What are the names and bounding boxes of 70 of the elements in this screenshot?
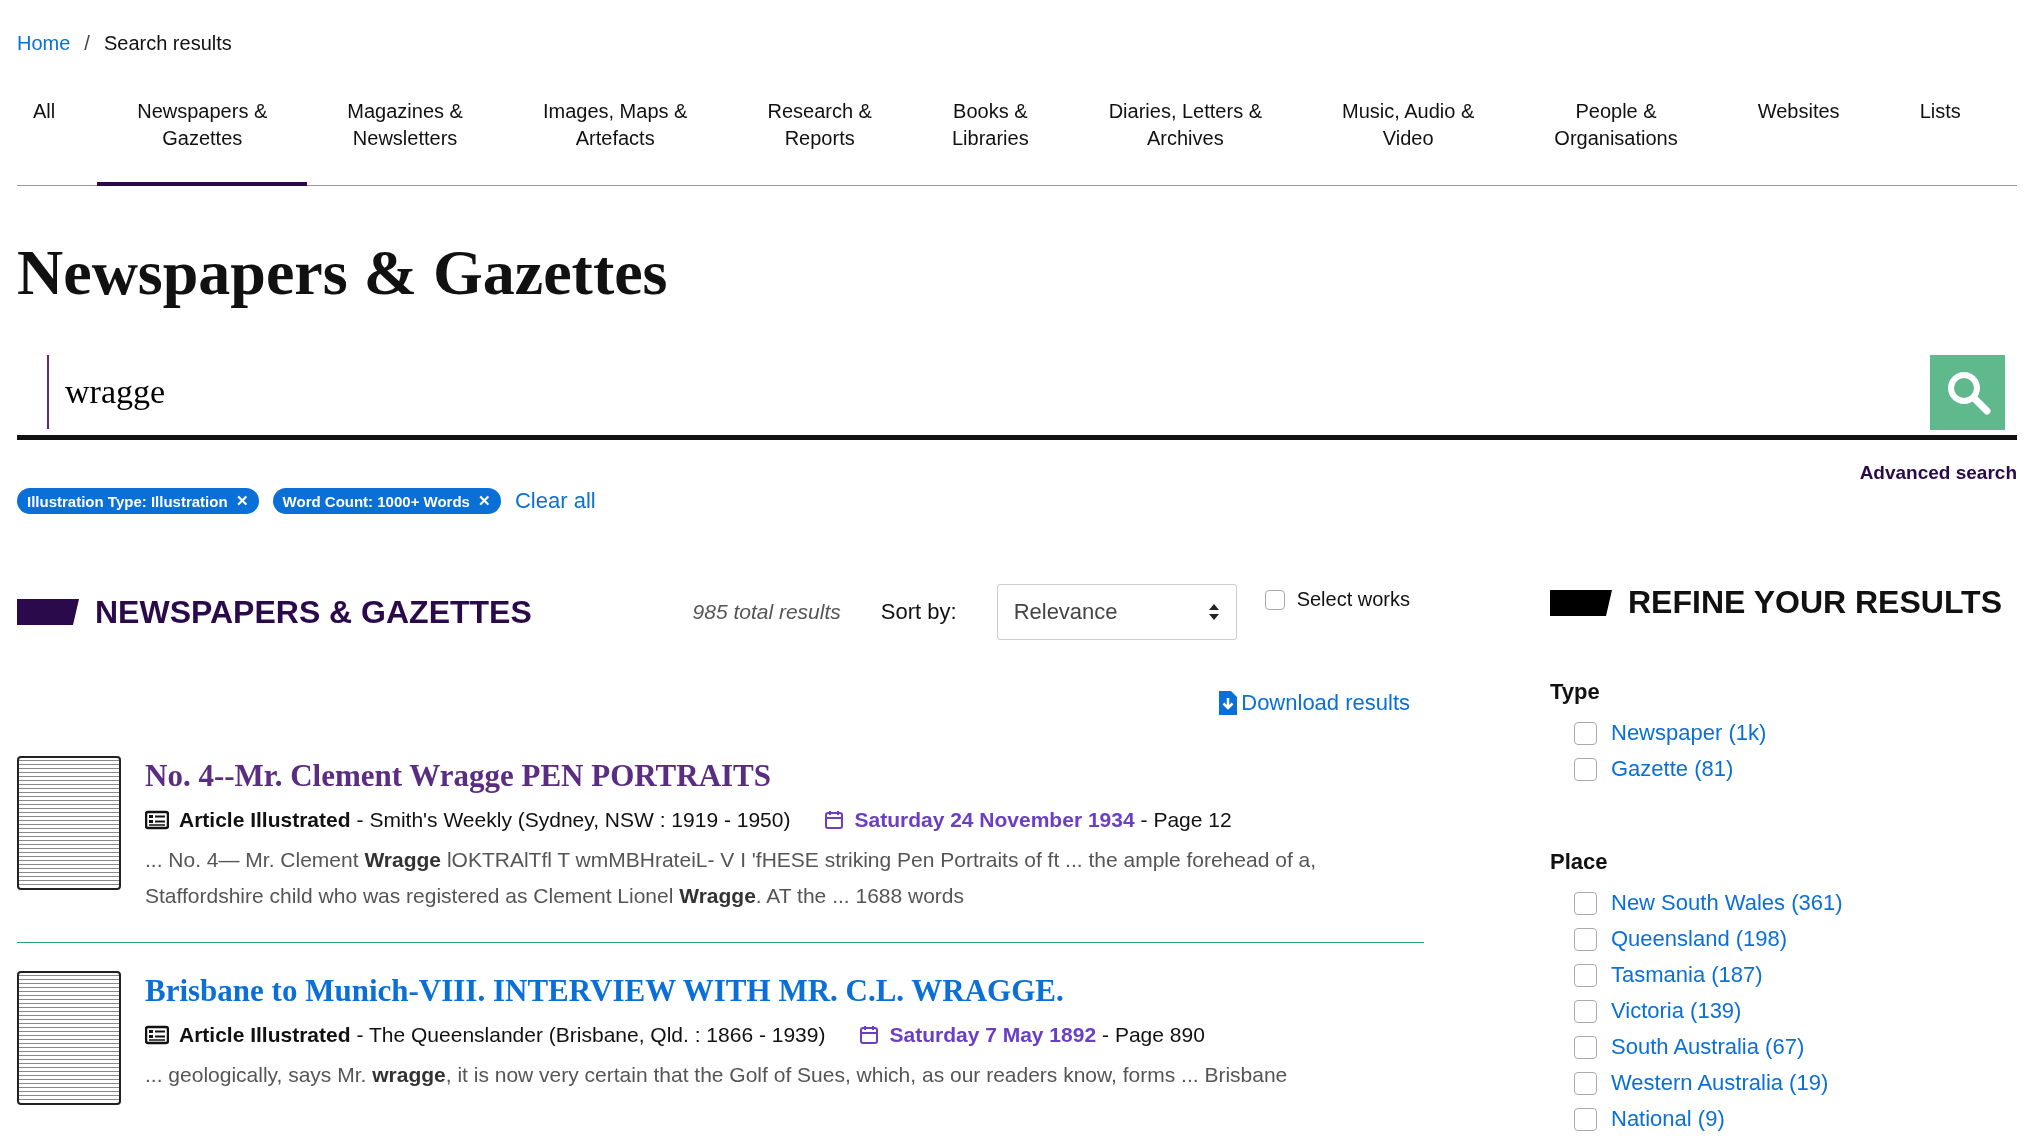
category-tab[interactable]: Books & Libraries xyxy=(911,94,1069,186)
facet-checkbox[interactable] xyxy=(1574,757,1597,781)
facet-checkbox[interactable] xyxy=(1574,1071,1597,1095)
facet-heading: Type xyxy=(1550,679,1601,705)
facet-option-link[interactable]: Queensland (198) xyxy=(1611,926,1788,952)
article-type: Article Illustrated xyxy=(179,808,351,832)
heading-bar-icon xyxy=(1550,589,1612,616)
newspaper-thumbnail[interactable] xyxy=(17,756,121,890)
article-type: Article Illustrated xyxy=(179,1023,351,1047)
facet-checkbox[interactable] xyxy=(1574,999,1597,1023)
facet-option-link[interactable]: National (9) xyxy=(1611,1106,1725,1132)
select-works-checkbox[interactable] xyxy=(1264,589,1285,610)
facet-option-link[interactable]: South Australia (67) xyxy=(1611,1034,1805,1060)
facet-checkbox[interactable] xyxy=(1574,721,1597,745)
page-heading: Newspapers & Gazettes xyxy=(17,236,669,310)
article-icon xyxy=(145,810,169,830)
refine-title: REFINE YOUR RESULTS xyxy=(1628,584,2002,621)
category-tab[interactable]: Images, Maps & Artefacts xyxy=(502,94,728,186)
select-works-label: Select works xyxy=(1296,588,1410,611)
download-results-link[interactable]: Download results xyxy=(1219,690,1410,716)
category-tab[interactable]: Magazines & Newsletters xyxy=(307,94,503,186)
breadcrumb-separator: / xyxy=(84,32,90,56)
facet-option-link[interactable]: Western Australia (19) xyxy=(1611,1070,1829,1096)
newspaper-source: - Smith's Weekly (Sydney, NSW : 1919 - 1950) xyxy=(356,808,791,832)
filter-chip[interactable]: Illustration Type: Illustration ✕ xyxy=(17,488,259,514)
date-link[interactable]: Saturday 7 May 1892 xyxy=(889,1023,1097,1047)
facet-checkbox[interactable] xyxy=(1574,1035,1597,1059)
facet-heading: Place xyxy=(1550,849,1609,875)
filter-chip[interactable]: Word Count: 1000+ Words ✕ xyxy=(272,488,501,514)
category-tab[interactable]: Diaries, Letters & Archives xyxy=(1068,94,1303,186)
category-tab[interactable]: People & Organisations xyxy=(1514,94,1718,186)
section-title: NEWSPAPERS & GAZETTES xyxy=(95,593,532,631)
sort-dropdown[interactable]: Relevance xyxy=(996,584,1237,640)
page-number: - Page 12 xyxy=(1140,808,1232,832)
date-link[interactable]: Saturday 24 November 1934 xyxy=(854,808,1135,832)
facet-option-link[interactable]: New South Wales (361) xyxy=(1611,890,1843,916)
article-icon xyxy=(145,1025,169,1045)
result-title-link[interactable]: No. 4--Mr. Clement Wragge PEN PORTRAITS xyxy=(145,758,1424,794)
advanced-search-link[interactable]: Advanced search xyxy=(1859,462,2017,484)
calendar-icon xyxy=(859,1025,880,1045)
facet-checkbox[interactable] xyxy=(1574,1107,1597,1131)
category-tab[interactable]: Music, Audio & Video xyxy=(1302,94,1515,186)
clear-all-link[interactable]: Clear all xyxy=(514,488,596,514)
category-tab[interactable]: Websites xyxy=(1717,94,1880,186)
category-tab[interactable]: Research & Reports xyxy=(727,94,912,186)
facet-option-link[interactable]: Newspaper (1k) xyxy=(1611,720,1767,746)
page-number: - Page 890 xyxy=(1102,1023,1205,1047)
newspaper-thumbnail[interactable] xyxy=(17,971,121,1105)
category-tab[interactable]: Lists xyxy=(1879,94,1977,186)
facet-checkbox[interactable] xyxy=(1574,891,1597,915)
facet-option-link[interactable]: Tasmania (187) xyxy=(1611,962,1763,988)
download-file-icon xyxy=(1219,691,1238,715)
heading-bar-icon xyxy=(17,599,79,625)
sort-label: Sort by: xyxy=(880,599,957,625)
result-snippet: ... geologically, says Mr. wragge, it is now very certain that the Golf of Sues, which, as our readers know, forms ... Brisbane xyxy=(145,1062,1288,1088)
facet-checkbox[interactable] xyxy=(1574,927,1597,951)
breadcrumb-current: Search results xyxy=(103,32,232,56)
calendar-icon xyxy=(824,810,845,830)
category-tab[interactable]: All xyxy=(17,94,98,186)
facet-option-link[interactable]: Victoria (139) xyxy=(1611,998,1742,1024)
total-results: 985 total results xyxy=(692,600,841,624)
breadcrumb-link[interactable]: Home xyxy=(17,32,71,60)
newspaper-source: - The Queenslander (Brisbane, Qld. : 1866 - 1939) xyxy=(356,1023,826,1047)
facet-checkbox[interactable] xyxy=(1574,963,1597,987)
category-tab[interactable]: Newspapers & Gazettes xyxy=(97,94,308,186)
result-snippet: ... No. 4— Mr. Clement Wragge lOKTRAlTfl T wmMBHrateiL- V I 'fHESE striking Pen Portraits of ft ... the ample forehead of a, Staffordshire child who was registered as Clement Lionel Wragge. AT the ... 1688 words xyxy=(145,847,1318,909)
search-button[interactable] xyxy=(1930,354,2005,430)
facet-option-link[interactable]: Gazette (81) xyxy=(1611,756,1734,782)
sort-arrows-icon xyxy=(1207,603,1220,621)
result-title-link[interactable]: Brisbane to Munich-VIII. INTERVIEW WITH MR. C.L. WRAGGE. xyxy=(145,973,1288,1009)
